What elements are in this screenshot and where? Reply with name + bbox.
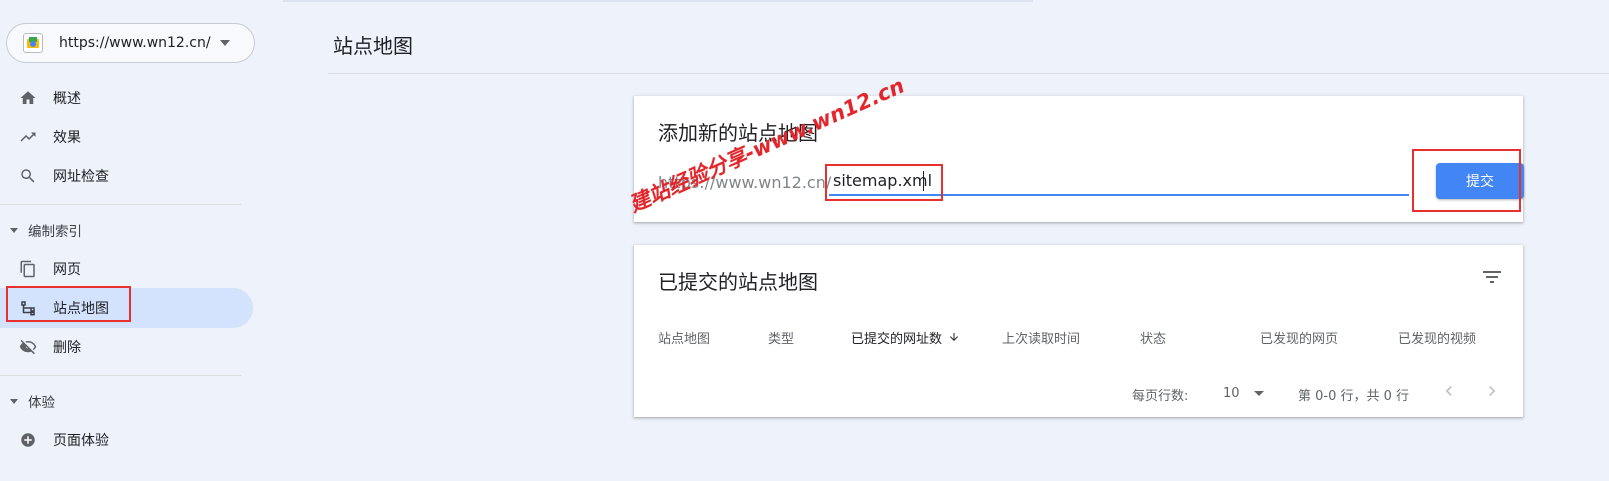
highlight-box [825, 164, 943, 201]
eye-off-icon [18, 337, 38, 357]
section-header-experience[interactable]: 体验 [10, 389, 55, 413]
highlight-box [6, 286, 131, 322]
submitted-sitemaps-title: 已提交的站点地图 [658, 270, 818, 294]
header-divider [328, 73, 1609, 74]
collapse-caret-icon [10, 398, 18, 404]
filter-icon[interactable] [1480, 265, 1504, 289]
dropdown-caret-icon [1253, 390, 1264, 396]
top-strip [283, 0, 1033, 2]
highlight-box [1412, 149, 1521, 212]
nav-item-url-inspection[interactable]: 网址检查 [0, 156, 253, 196]
arrow-down-icon [948, 331, 960, 347]
column-header-submitted-urls[interactable]: 已提交的网址数 [851, 328, 960, 347]
property-favicon-icon [23, 33, 43, 53]
sidebar-divider [0, 375, 241, 376]
rows-per-page-select[interactable]: 10 [1223, 381, 1275, 405]
column-header-discovered-pages[interactable]: 已发现的网页 [1260, 328, 1338, 347]
column-header-last-read[interactable]: 上次读取时间 [1002, 328, 1080, 347]
pagination-range: 第 0-0 行，共 0 行 [1298, 389, 1410, 404]
pages-icon [18, 259, 38, 279]
column-header-type[interactable]: 类型 [768, 328, 794, 347]
section-header-label: 体验 [28, 395, 55, 411]
dropdown-caret-icon [220, 40, 230, 46]
nav-item-label: 页面体验 [53, 433, 109, 449]
chevron-left-icon[interactable] [1437, 379, 1461, 403]
nav-item-performance[interactable]: 效果 [0, 117, 253, 157]
section-header-index[interactable]: 编制索引 [10, 218, 82, 242]
column-header-discovered-videos[interactable]: 已发现的视频 [1398, 328, 1476, 347]
rows-per-page-value: 10 [1223, 385, 1240, 401]
nav-item-label: 删除 [53, 340, 81, 356]
submitted-sitemaps-card: 已提交的站点地图 站点地图 类型 已提交的网址数 上次读取时间 状态 已发现的网… [634, 245, 1523, 417]
page-title: 站点地图 [333, 34, 413, 58]
nav-item-label: 网址检查 [53, 169, 109, 185]
column-header-sitemap[interactable]: 站点地图 [658, 328, 710, 347]
nav-item-pages[interactable]: 网页 [0, 249, 253, 289]
sidebar-divider [0, 204, 241, 205]
nav-item-label: 概述 [53, 91, 81, 107]
nav-item-page-experience[interactable]: 页面体验 [0, 420, 253, 460]
rows-per-page-label: 每页行数: [1132, 389, 1189, 404]
nav-item-removals[interactable]: 删除 [0, 327, 253, 367]
property-selector[interactable]: https://www.wn12.cn/ [6, 23, 255, 63]
collapse-caret-icon [10, 227, 18, 233]
nav-item-overview[interactable]: 概述 [0, 78, 253, 118]
experience-icon [18, 430, 38, 450]
search-icon [18, 166, 38, 186]
nav-item-label: 效果 [53, 130, 81, 146]
column-header-status[interactable]: 状态 [1140, 328, 1166, 347]
nav-item-label: 网页 [53, 262, 81, 278]
home-icon [18, 88, 38, 108]
column-header-label: 已提交的网址数 [851, 332, 943, 347]
property-url: https://www.wn12.cn/ [59, 35, 211, 51]
trending-up-icon [18, 127, 38, 147]
section-header-label: 编制索引 [28, 224, 82, 240]
chevron-right-icon[interactable] [1480, 379, 1504, 403]
